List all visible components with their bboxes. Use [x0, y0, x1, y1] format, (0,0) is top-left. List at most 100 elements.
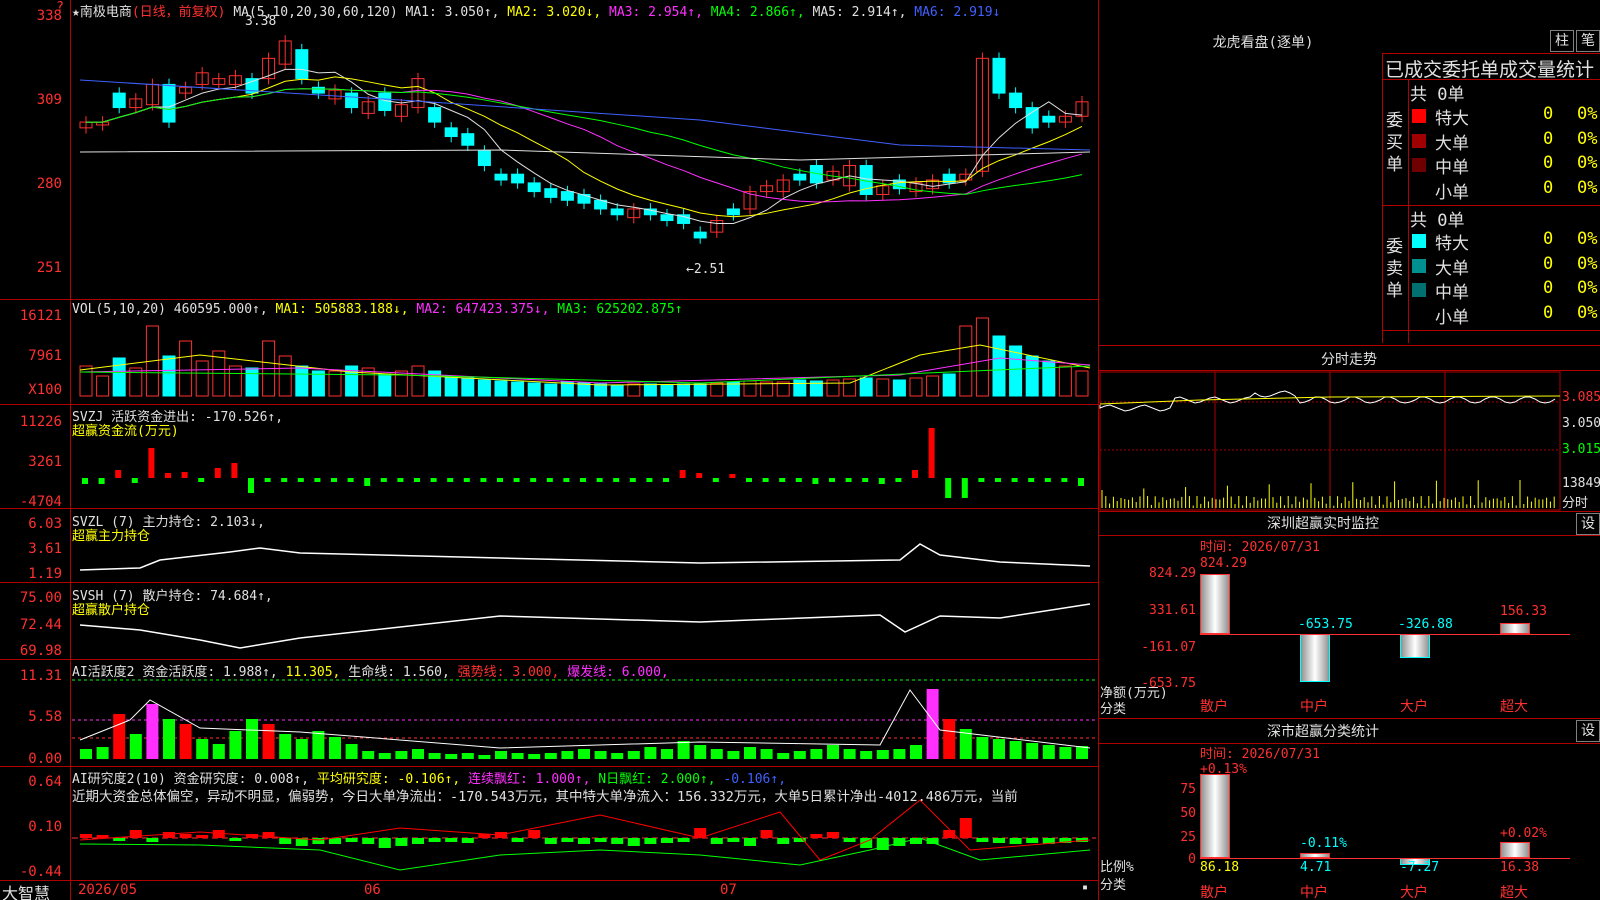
ai2-bar-57	[1009, 838, 1022, 844]
fenshi-vol-tick: 13849	[1562, 476, 1600, 491]
candle-body-29	[544, 188, 558, 198]
sell-row-2-count: 0	[1543, 253, 1554, 274]
ai1-bar-32	[594, 751, 607, 759]
candle-body-26	[494, 173, 508, 181]
svzj-bar-31	[580, 478, 586, 482]
sell-row-3-count: 0	[1543, 278, 1554, 298]
brand-logo[interactable]: 大智慧	[2, 880, 50, 900]
svzj-bar-35	[646, 478, 653, 482]
ai1-bar-1	[80, 749, 92, 759]
ai1-bar-19	[378, 753, 391, 759]
monitor-tick-3: -161.07	[1141, 640, 1196, 655]
ai2-bar-54	[959, 818, 972, 838]
vol-bar-49	[876, 378, 890, 397]
ai1-bar-2	[96, 747, 109, 759]
sell-row-2-pct: 0%	[1577, 253, 1598, 274]
svzj-bar-2	[98, 478, 105, 484]
ai1-bar-46	[827, 745, 839, 759]
star-icon[interactable]: ★	[72, 5, 80, 20]
ma120-line	[79, 79, 1091, 151]
vol-bar-23	[444, 375, 458, 397]
ratio-cat-label: 分类	[1100, 878, 1127, 893]
svzj-bar-16	[331, 478, 337, 482]
svsh-title: 散户持仓: 74.684↑,	[142, 589, 273, 604]
candle-body-58	[1025, 107, 1039, 129]
ai2-bar-20	[395, 838, 408, 846]
vol-bar-61	[1075, 370, 1089, 397]
svzj-bar-28	[530, 478, 537, 482]
ai2-bar-40	[727, 838, 740, 842]
svzj-tick-3: -4704	[19, 494, 62, 510]
chart-canvas	[72, 35, 1561, 871]
monitor-tick-1: 824.29	[1149, 566, 1196, 581]
lhb-border-left	[1382, 53, 1383, 343]
vol-bar-24	[461, 377, 475, 397]
ai1-bar-33	[611, 753, 624, 759]
lock-icon[interactable]: ▪	[1082, 882, 1088, 893]
ai2-bar-39	[710, 838, 723, 844]
ai1-bar-24	[461, 753, 474, 759]
ratio-unit-label: 比例%	[1100, 860, 1134, 875]
svzj-bar-41	[746, 478, 752, 482]
monitor-time: 时间: 2026/07/31	[1200, 540, 1320, 555]
ratio-bottom-label-3: -7.27	[1400, 860, 1440, 875]
ai1-v3: 生命线: 1.560,	[348, 665, 450, 680]
monitor-settings-button[interactable]: 设	[1576, 513, 1600, 535]
vol-bar-54	[959, 325, 973, 397]
ratio-category-1: 散户	[1200, 885, 1228, 900]
ratio-title-line	[1098, 743, 1600, 744]
ai1-bar-22	[428, 753, 441, 759]
ai1-bar-23	[445, 754, 458, 759]
ai1-bar-10	[229, 731, 242, 759]
ma-legend-item-3: MA3: 2.954↑,	[601, 5, 703, 20]
ai2-bar-16	[329, 838, 341, 844]
ai2-bar-37	[677, 838, 690, 842]
stock-name[interactable]: 南极电商	[80, 5, 132, 20]
ai2-bar-34	[627, 838, 640, 846]
svzj-bar-5	[148, 448, 155, 478]
vol-tick-1: 16121	[19, 308, 62, 324]
lhb-line-1	[1382, 53, 1600, 54]
ratio-settings-button[interactable]: 设	[1576, 720, 1600, 742]
ma60-line	[79, 149, 1091, 161]
lhb-bottom-line	[1382, 330, 1600, 331]
vol-bar-21	[411, 365, 425, 397]
period-label[interactable]: (日线，前复权)	[132, 5, 226, 20]
candle-body-3	[112, 92, 126, 109]
svzj-bar-6	[165, 473, 171, 478]
tick-view-button[interactable]: 笔	[1576, 30, 1600, 52]
ai2-bar-41	[744, 838, 756, 846]
ai2-summary: 近期大资金总体偏空，异动不明显，偏弱势，今日大单净流出：-170.543万元，其…	[72, 789, 1018, 805]
ai2-bar-33	[611, 838, 624, 844]
svzj-bar-61	[1078, 478, 1084, 486]
ai1-bar-9	[212, 744, 225, 759]
ai2-bar-55	[976, 838, 989, 842]
ratio-tick-2: 50	[1180, 806, 1196, 821]
vol-bar-26	[494, 380, 508, 397]
ai1-bar-40	[727, 751, 740, 759]
svzj-bar-44	[795, 478, 802, 482]
buy-row-3-label: 中单	[1435, 158, 1469, 178]
sell-side-label: 委卖单	[1386, 237, 1403, 301]
ai2-bar-2	[96, 835, 109, 838]
svzj-bar-37	[679, 470, 686, 478]
svzj-bar-22	[430, 478, 437, 482]
bar-view-button[interactable]: 柱	[1550, 30, 1574, 52]
ai1-bar-3	[113, 714, 126, 759]
ai1-bar-35	[644, 747, 657, 759]
ai1-bar-27	[511, 753, 524, 759]
vol-bar-52	[926, 375, 940, 397]
monitor-category-1: 散户	[1200, 699, 1228, 715]
ai1-bar-51	[910, 745, 922, 759]
svzj-bar-11	[248, 478, 254, 493]
ai1-bar-49	[876, 750, 889, 759]
ai1-v4: 强势线: 3.000,	[457, 665, 560, 680]
buy-swatch-3	[1412, 158, 1426, 172]
vol-bar-48	[859, 377, 873, 397]
candle-body-38	[693, 231, 707, 239]
buy-swatch-2	[1412, 133, 1426, 148]
sell-row-2-label: 大单	[1435, 258, 1469, 279]
svzj-bar-24	[463, 478, 470, 482]
svzj-bar-21	[414, 478, 420, 482]
candle-body-36	[660, 214, 674, 222]
